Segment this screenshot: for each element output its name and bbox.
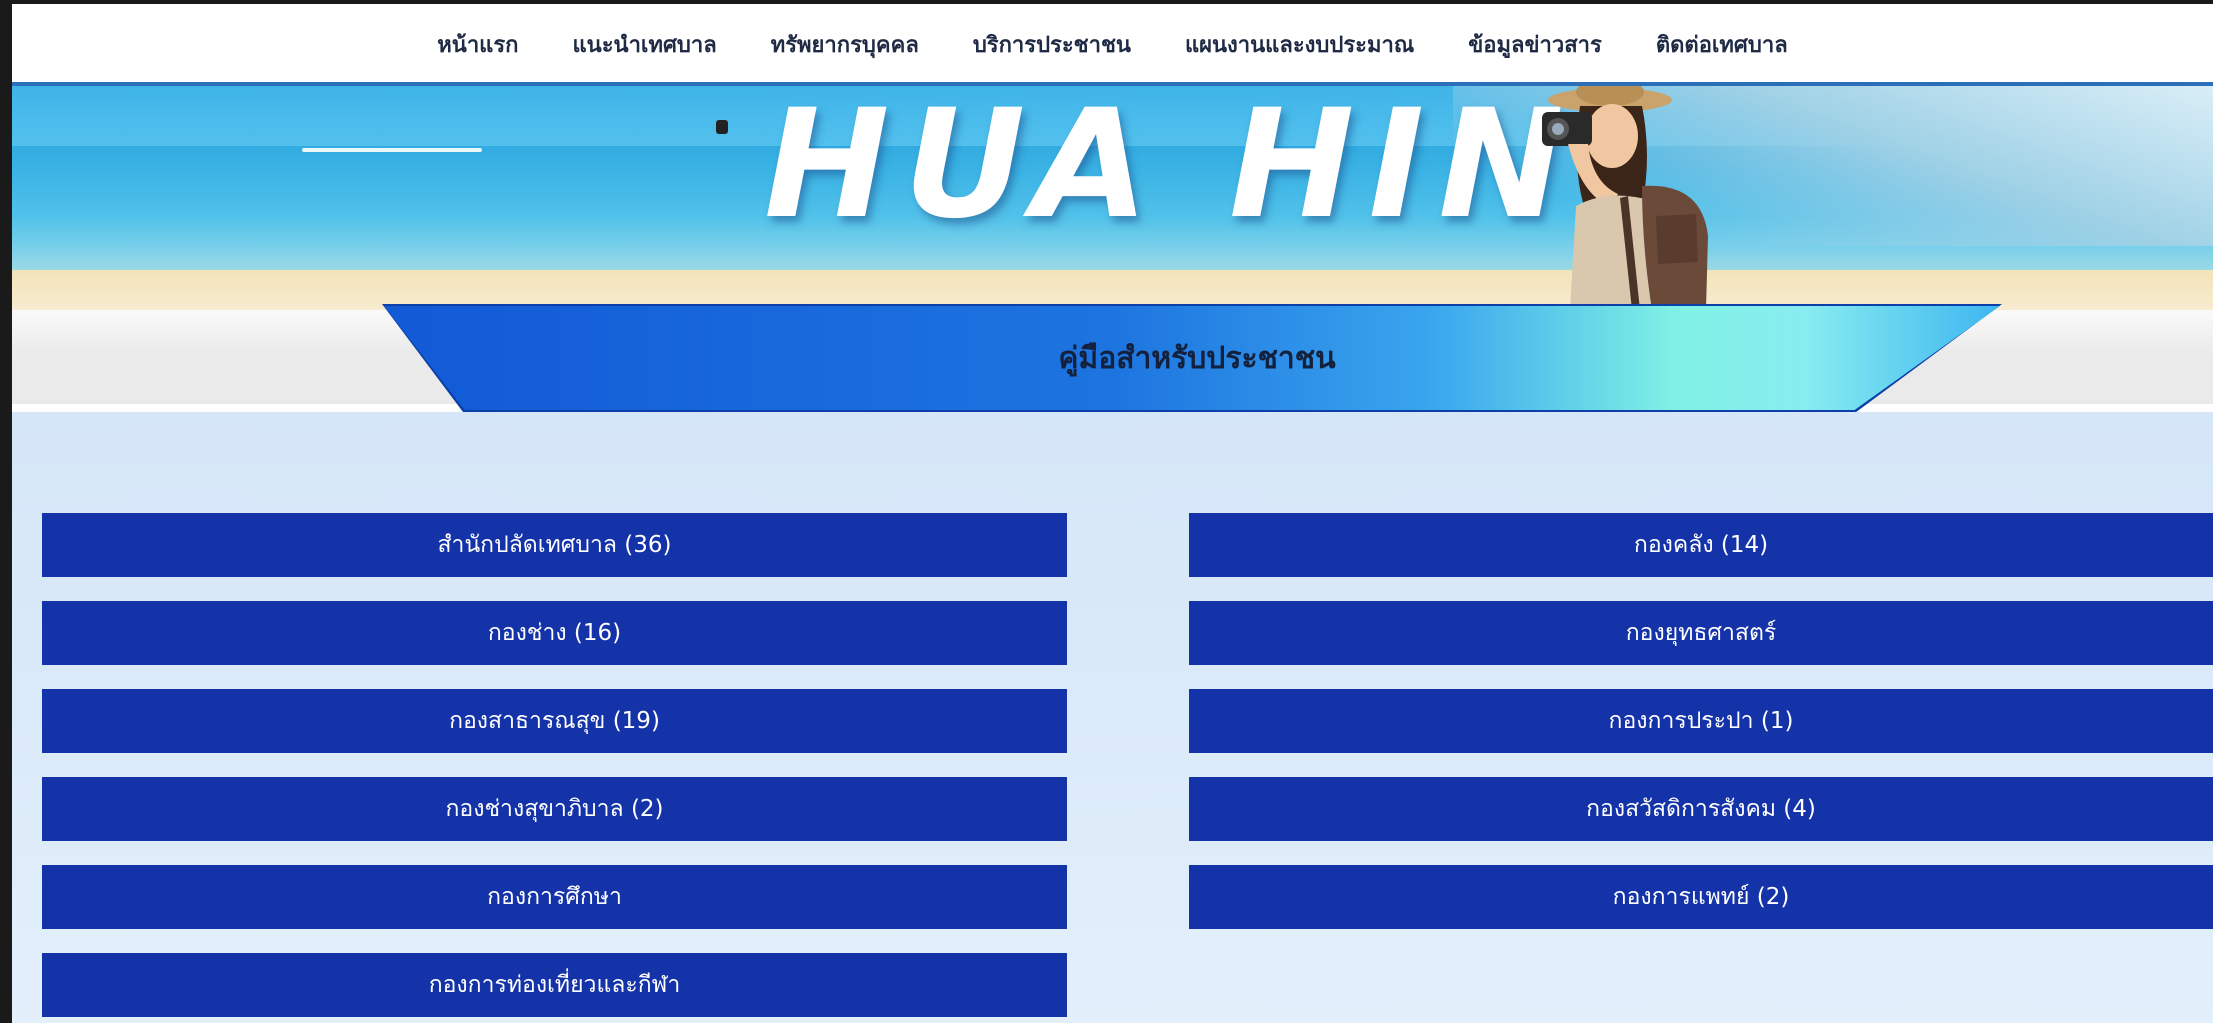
nav-item-news-info[interactable]: ข้อมูลข่าวสาร <box>1441 27 1629 62</box>
banner-title: HUA HIN <box>764 86 1578 252</box>
nav-item-contact[interactable]: ติดต่อเทศบาล <box>1629 27 1815 62</box>
dept-button-tourism-sports[interactable]: กองการท่องเที่ยวและกีฬา <box>42 953 1067 1017</box>
top-navigation: หน้าแรก แนะนำเทศบาล ทรัพยากรบุคคล บริการ… <box>12 4 2213 84</box>
nav-item-human-resources[interactable]: ทรัพยากรบุคคล <box>744 27 946 62</box>
boat-wake <box>302 148 482 152</box>
dept-button-medical[interactable]: กองการแพทย์ (2) <box>1189 865 2213 929</box>
dept-button-social-welfare[interactable]: กองสวัสดิการสังคม (4) <box>1189 777 2213 841</box>
hero-banner: HUA HIN <box>12 86 2213 310</box>
dept-button-office-of-clerk[interactable]: สำนักปลัดเทศบาล (36) <box>42 513 1067 577</box>
traveler-with-camera-image <box>1542 86 1708 310</box>
dept-button-strategy[interactable]: กองยุทธศาสตร์ <box>1189 601 2213 665</box>
dept-button-public-health[interactable]: กองสาธารณสุข (19) <box>42 689 1067 753</box>
dept-button-education[interactable]: กองการศึกษา <box>42 865 1067 929</box>
dept-button-finance[interactable]: กองคลัง (14) <box>1189 513 2213 577</box>
nav-item-home[interactable]: หน้าแรก <box>410 27 545 62</box>
section-title: คู่มือสำหรับประชาชน <box>1058 340 1336 376</box>
dept-button-engineering[interactable]: กองช่าง (16) <box>42 601 1067 665</box>
nav-item-public-services[interactable]: บริการประชาชน <box>946 27 1158 62</box>
section-header: คู่มือสำหรับประชาชน <box>384 306 2000 410</box>
dept-button-waterworks[interactable]: กองการประปา (1) <box>1189 689 2213 753</box>
dept-button-sanitation-engineering[interactable]: กองช่างสุขาภิบาล (2) <box>42 777 1067 841</box>
nav-item-plans-and-budget[interactable]: แผนงานและงบประมาณ <box>1158 27 1441 62</box>
nav-item-about-municipality[interactable]: แนะนำเทศบาล <box>546 27 744 62</box>
parasailer-figure <box>716 120 728 134</box>
